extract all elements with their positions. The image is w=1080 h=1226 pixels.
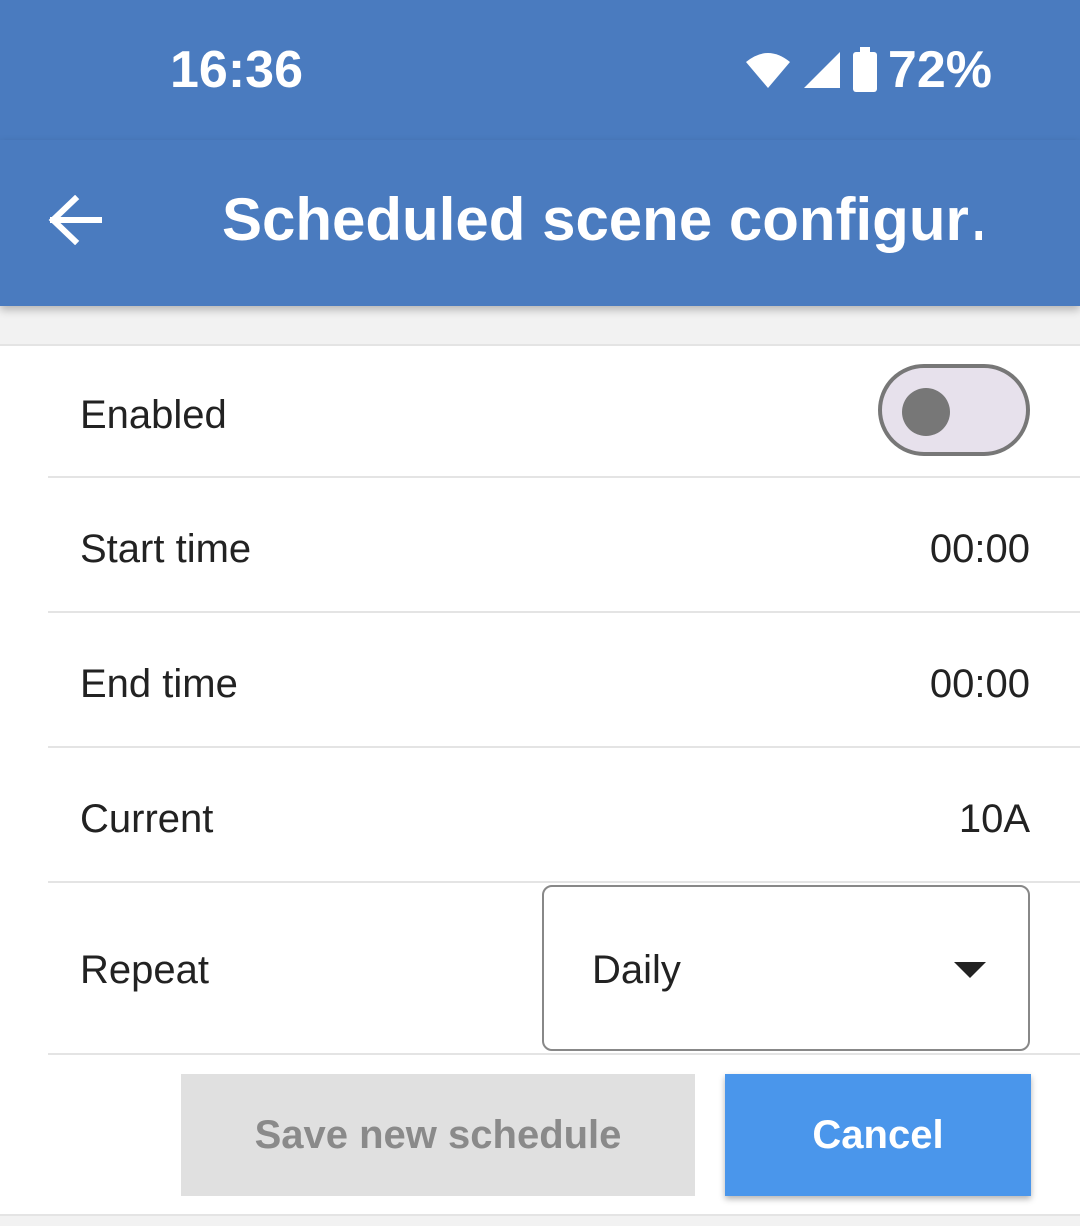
- enabled-toggle[interactable]: [878, 364, 1030, 456]
- cancel-button[interactable]: Cancel: [725, 1074, 1031, 1196]
- save-button[interactable]: Save new schedule: [181, 1074, 695, 1196]
- current-row[interactable]: Current 10A: [48, 748, 1080, 883]
- status-bar: 16:36 72%: [0, 0, 1080, 140]
- repeat-selected-value: Daily: [592, 948, 681, 992]
- end-time-value[interactable]: 00:00: [930, 659, 1030, 709]
- cellular-signal-icon: [803, 52, 840, 88]
- back-button[interactable]: [40, 185, 110, 255]
- start-time-row[interactable]: Start time 00:00: [48, 478, 1080, 613]
- end-time-label: End time: [80, 662, 238, 706]
- arrow-left-icon: [48, 195, 102, 245]
- page-title: Scheduled scene configur…: [222, 186, 982, 253]
- start-time-value[interactable]: 00:00: [930, 524, 1030, 574]
- repeat-dropdown[interactable]: Daily: [542, 885, 1030, 1051]
- repeat-label: Repeat: [80, 948, 209, 992]
- wifi-icon: [745, 53, 790, 88]
- battery-percent: 72%: [887, 41, 992, 99]
- status-icons: 72%: [744, 40, 992, 100]
- enabled-row: Enabled: [48, 346, 1080, 478]
- repeat-row: Repeat Daily: [48, 883, 1080, 1055]
- end-time-row[interactable]: End time 00:00: [48, 613, 1080, 748]
- current-label: Current: [80, 797, 214, 841]
- schedule-form: Enabled Start time 00:00 End time 00:00 …: [0, 344, 1080, 1216]
- start-time-label: Start time: [80, 527, 252, 571]
- current-value[interactable]: 10A: [959, 794, 1030, 844]
- enabled-label: Enabled: [80, 393, 227, 437]
- app-bar: Scheduled scene configur…: [0, 140, 1080, 306]
- battery-icon: [852, 47, 877, 92]
- dropdown-arrow-icon: [954, 962, 986, 978]
- status-time: 16:36: [170, 41, 303, 99]
- toggle-knob: [902, 388, 950, 436]
